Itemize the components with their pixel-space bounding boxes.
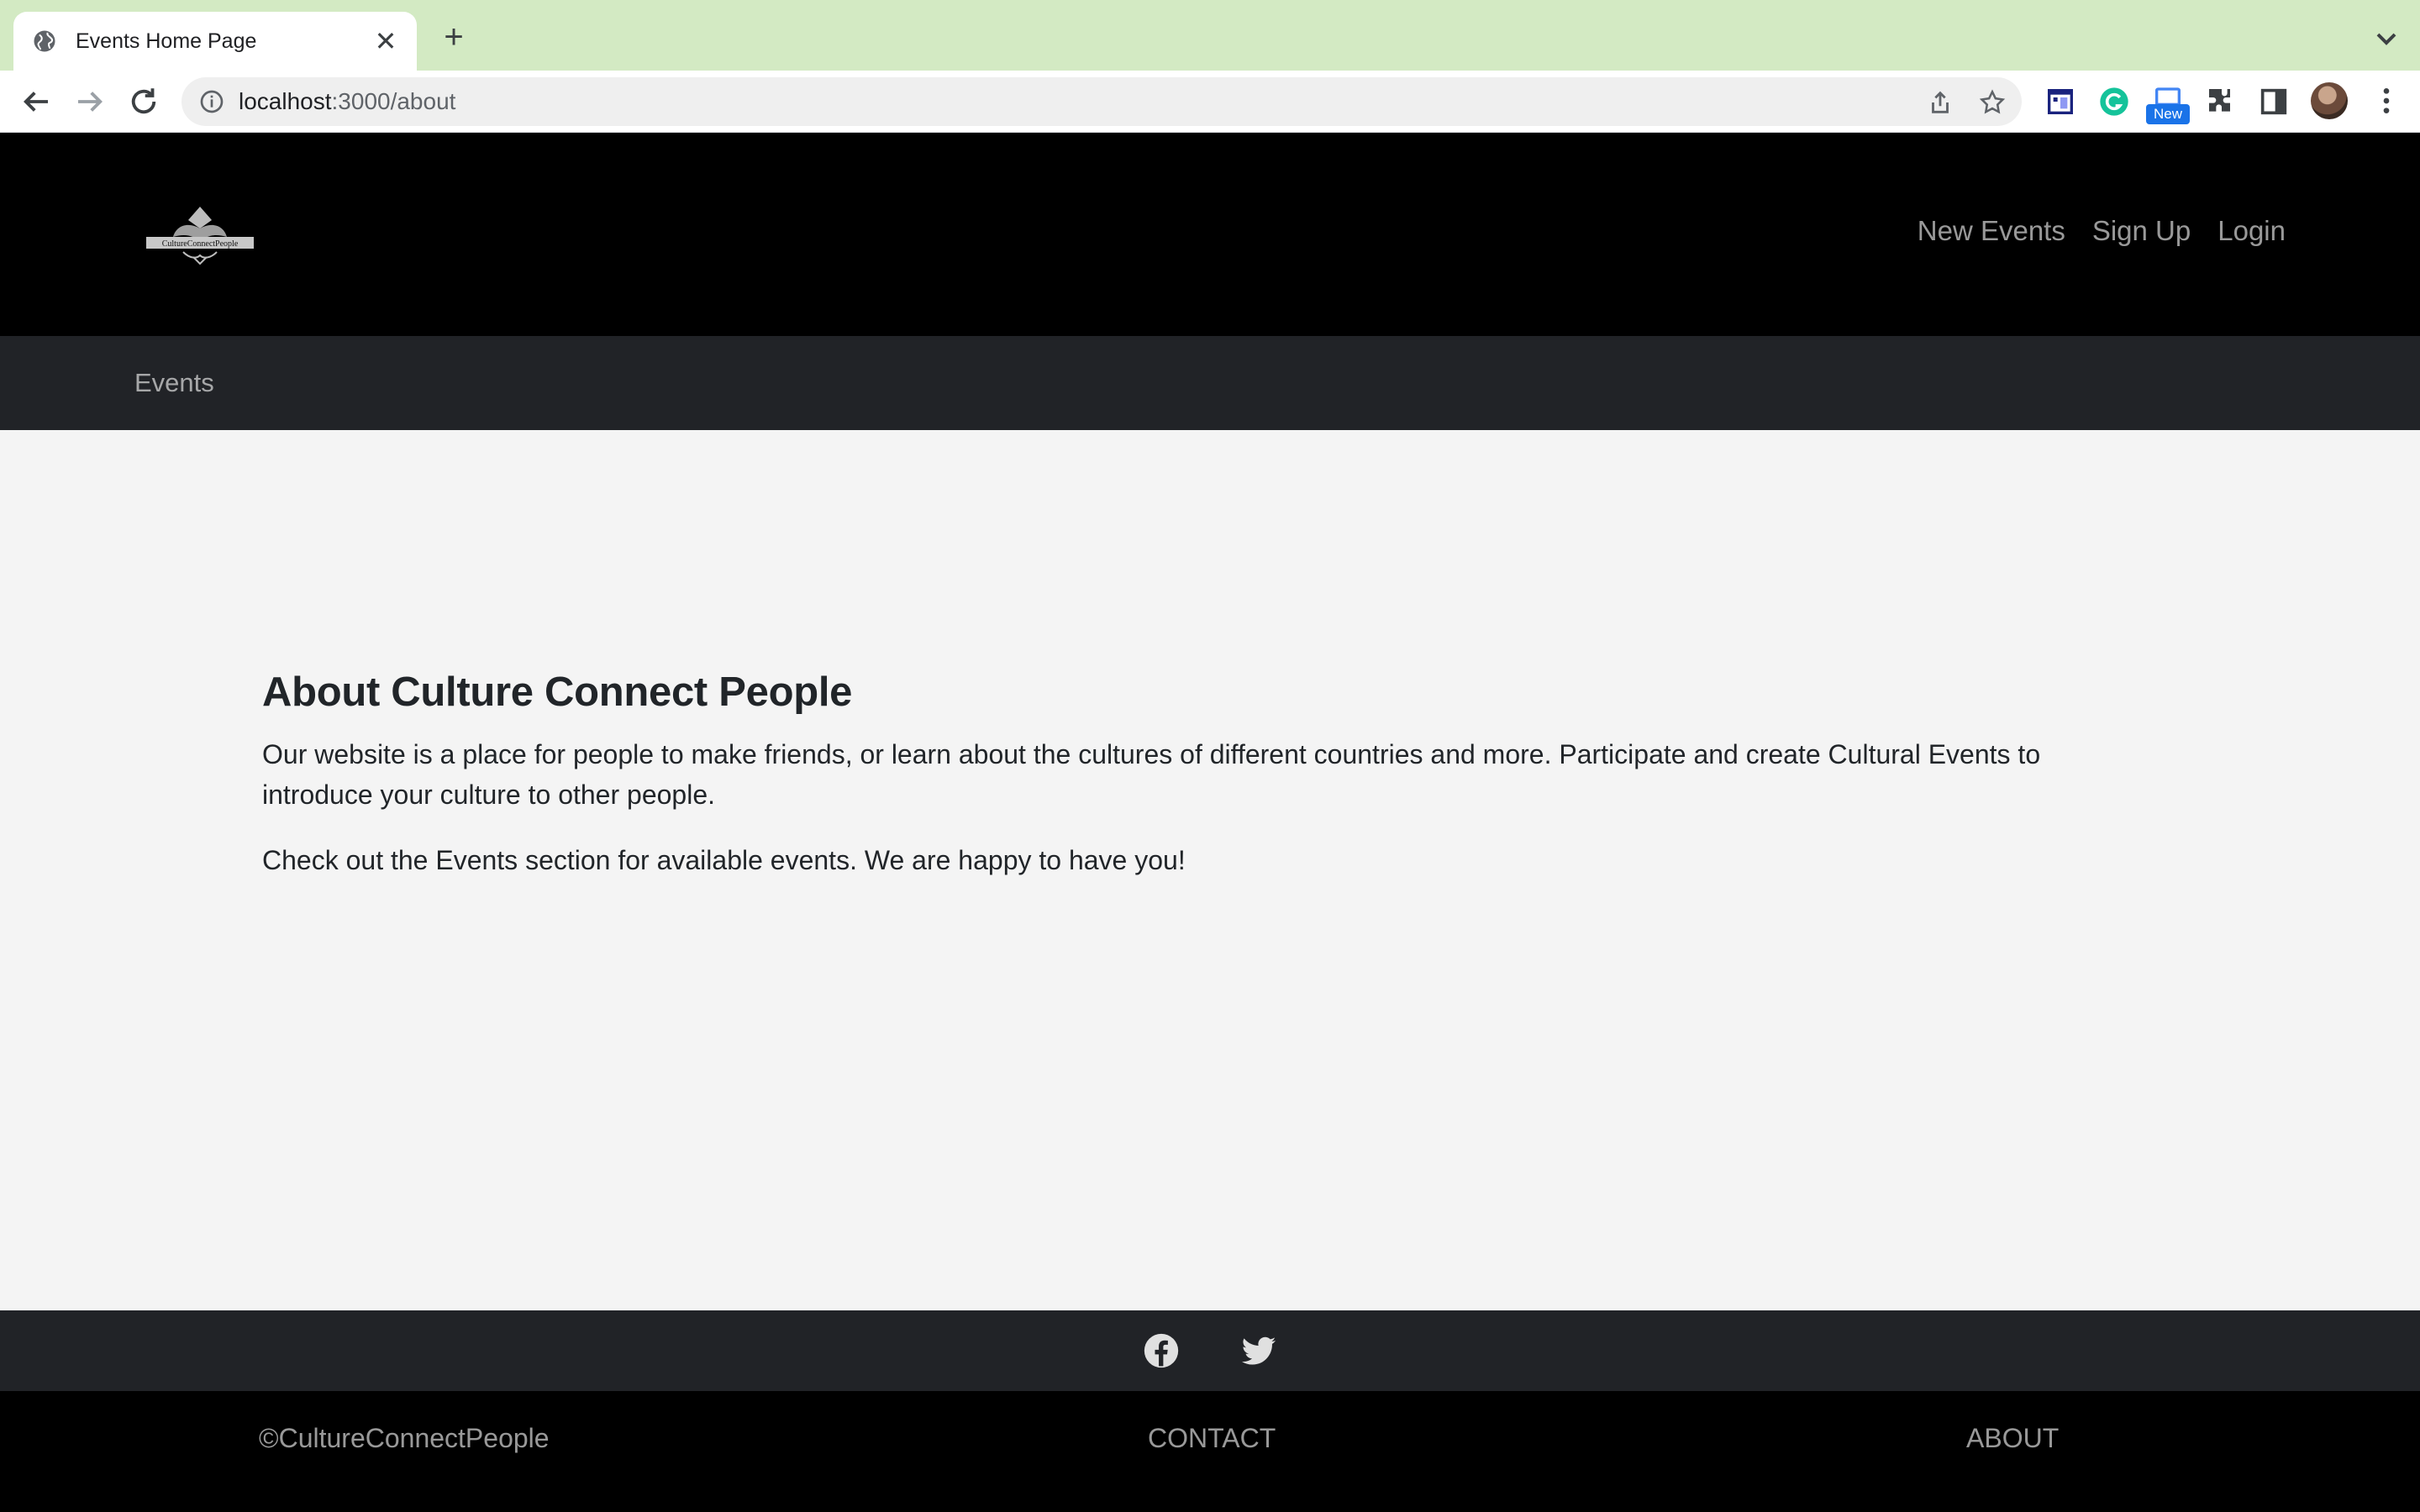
browser-tab-strip: Events Home Page ✕ + [0,0,2420,71]
extensions-puzzle-icon[interactable] [2205,85,2238,118]
calendar-extension-icon[interactable] [2044,85,2077,118]
events-paragraph: Check out the Events section for availab… [262,845,1186,875]
reload-icon[interactable] [126,84,161,119]
forward-arrow-icon[interactable] [72,84,108,119]
site-logo[interactable]: CultureConnectPeople [141,203,259,267]
facebook-icon[interactable] [1143,1332,1180,1369]
about-section: About Culture Connect People Our website… [262,669,2144,906]
url-text: localhost:3000/about [239,88,456,114]
nav-login[interactable]: Login [2217,215,2286,247]
footer-about-link[interactable]: ABOUT [1966,1423,2059,1454]
site-info-icon[interactable] [198,88,225,115]
browser-tab[interactable]: Events Home Page ✕ [13,12,417,71]
site-header: CultureConnectPeople New Events Sign Up … [0,133,2420,336]
more-menu-icon[interactable] [2370,84,2403,118]
profile-avatar[interactable] [2311,82,2348,119]
grammarly-icon[interactable] [2097,85,2131,118]
share-icon[interactable] [1926,88,1954,117]
svg-text:CultureConnectPeople: CultureConnectPeople [162,239,239,249]
nav-new-events[interactable]: New Events [1918,215,2065,247]
browser-toolbar: localhost:3000/about [0,71,2420,133]
page-title: About Culture Connect People [262,669,853,715]
bookmark-star-icon[interactable] [1978,88,2007,117]
back-arrow-icon[interactable] [18,84,54,119]
social-bar [0,1310,2420,1391]
close-tab-icon[interactable]: ✕ [373,25,398,57]
twitter-icon[interactable] [1240,1332,1277,1369]
nav-sign-up[interactable]: Sign Up [2092,215,2191,247]
nav-events[interactable]: Events [134,368,214,398]
top-nav: New Events Sign Up Login [1918,215,2286,247]
sub-nav: Events [0,336,2420,430]
new-badge: New [2146,104,2190,124]
side-panel-icon[interactable] [2257,85,2291,118]
tab-title: Events Home Page [76,29,257,53]
globe-icon [34,30,55,52]
new-tab-button[interactable]: + [435,18,472,55]
address-bar[interactable]: localhost:3000/about [182,77,2022,126]
footer: ©CultureConnectPeople CONTACT ABOUT [0,1391,2420,1512]
tab-search-chevron-icon[interactable] [2370,22,2403,55]
about-paragraph: Our website is a place for people to mak… [262,739,2041,810]
copyright-text: ©CultureConnectPeople [259,1423,550,1453]
footer-contact-link[interactable]: CONTACT [1148,1423,1276,1454]
